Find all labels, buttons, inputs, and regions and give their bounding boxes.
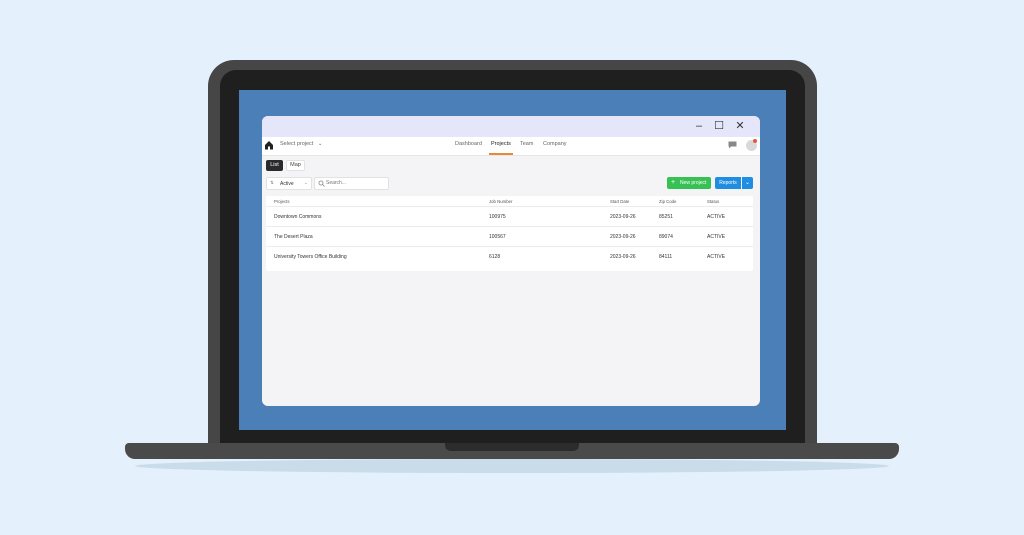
status-filter-value: Active <box>280 180 294 187</box>
home-icon[interactable] <box>264 140 274 150</box>
column-header-projects[interactable]: Projects <box>274 199 290 204</box>
active-tab-indicator <box>489 153 513 155</box>
zip-code-cell: 84111 <box>659 254 673 260</box>
chevron-down-icon: ⌄ <box>304 180 308 185</box>
notification-dot <box>753 139 757 143</box>
job-number-cell: 6128 <box>489 254 501 260</box>
status-cell: ACTIVE <box>707 254 726 260</box>
tab-team[interactable]: Team <box>520 141 533 147</box>
zip-code-cell: 85251 <box>659 214 673 220</box>
minimize-icon[interactable]: – <box>693 120 705 132</box>
search-icon <box>318 180 325 187</box>
plus-icon: + <box>671 179 676 186</box>
table-row[interactable]: The Desert Plaza 100567 2023-09-26 89074… <box>266 227 753 247</box>
list-view-button[interactable]: List <box>266 160 283 171</box>
column-header-zip-code[interactable]: Zip Code <box>659 199 676 204</box>
tab-company[interactable]: Company <box>543 141 567 147</box>
app-window: – ☐ ✕ Select project ⌄ Dashboard Project… <box>262 116 760 406</box>
new-project-label: New project <box>680 180 707 186</box>
projects-table: Projects Job Number Start Date Zip Code … <box>266 196 753 271</box>
table-row[interactable]: University Towers Office Building 6128 2… <box>266 247 753 266</box>
job-number-cell: 100975 <box>489 214 506 220</box>
maximize-icon[interactable]: ☐ <box>713 120 725 132</box>
column-header-job-number[interactable]: Job Number <box>489 199 512 204</box>
chevron-down-icon: ⌄ <box>317 141 323 147</box>
column-header-start-date[interactable]: Start Date <box>610 199 629 204</box>
chat-icon[interactable] <box>728 141 737 149</box>
title-bar: – ☐ ✕ <box>262 116 760 137</box>
search-box <box>314 177 389 190</box>
project-name-cell: The Desert Plaza <box>274 234 313 240</box>
table-row[interactable]: Downtown Commons 100975 2023-09-26 85251… <box>266 207 753 227</box>
reports-button[interactable]: Reports <box>715 177 741 189</box>
job-number-cell: 100567 <box>489 234 506 240</box>
tab-projects[interactable]: Projects <box>491 141 511 147</box>
start-date-cell: 2023-09-26 <box>610 214 636 220</box>
column-header-status[interactable]: Status <box>707 199 719 204</box>
filter-icon: ⇅ <box>270 180 274 185</box>
project-name-cell: Downtown Commons <box>274 214 322 220</box>
reports-dropdown-button[interactable]: ⌄ <box>742 177 753 189</box>
top-nav: Select project ⌄ Dashboard Projects Team… <box>262 137 760 156</box>
status-filter-select[interactable]: ⇅ Active ⌄ <box>266 177 312 190</box>
status-cell: ACTIVE <box>707 214 726 220</box>
new-project-button[interactable]: + New project <box>667 177 711 189</box>
start-date-cell: 2023-09-26 <box>610 234 636 240</box>
status-cell: ACTIVE <box>707 234 726 240</box>
close-icon[interactable]: ✕ <box>734 120 746 132</box>
chevron-down-icon: ⌄ <box>744 180 751 186</box>
tab-dashboard[interactable]: Dashboard <box>455 141 482 147</box>
search-input[interactable] <box>326 179 384 187</box>
project-select[interactable]: Select project ⌄ <box>280 141 322 147</box>
zip-code-cell: 89074 <box>659 234 673 240</box>
map-view-button[interactable]: Map <box>286 160 305 171</box>
project-name-cell: University Towers Office Building <box>274 254 347 260</box>
start-date-cell: 2023-09-26 <box>610 254 636 260</box>
project-select-label: Select project <box>280 141 314 147</box>
table-header: Projects Job Number Start Date Zip Code … <box>266 196 753 207</box>
laptop-notch <box>445 443 579 451</box>
laptop-shadow <box>135 459 889 473</box>
